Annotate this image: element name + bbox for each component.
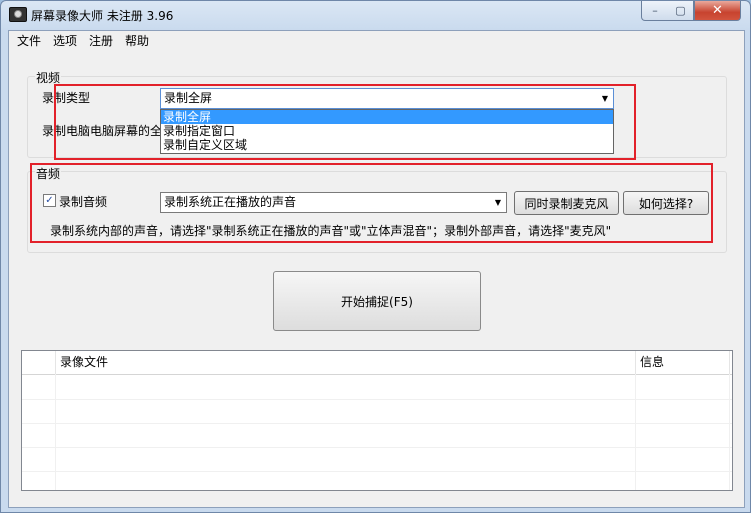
app-window: 屏幕录像大师 未注册 3.96 – ▢ ✕ 文件 选项 注册 帮助 视频 录制类… <box>0 0 751 513</box>
title-bar[interactable]: 屏幕录像大师 未注册 3.96 – ▢ ✕ <box>1 1 750 29</box>
file-list-header: 录像文件 信息 <box>22 351 732 375</box>
window-title: 屏幕录像大师 未注册 3.96 <box>31 9 174 23</box>
chevron-down-icon: ▼ <box>494 198 502 207</box>
list-row <box>22 423 732 448</box>
menu-options[interactable]: 选项 <box>47 31 83 51</box>
audio-hint-text: 录制系统内部的声音，请选择"录制系统正在播放的声音"或"立体声混音"；录制外部声… <box>50 224 612 238</box>
audio-source-value: 录制系统正在播放的声音 <box>164 195 297 209</box>
menu-register[interactable]: 注册 <box>83 31 119 51</box>
row-number-column-header[interactable] <box>22 351 56 374</box>
list-row <box>22 447 732 472</box>
recording-file-list[interactable]: 录像文件 信息 <box>21 350 733 491</box>
how-to-choose-button[interactable]: 如何选择? <box>623 191 709 215</box>
client-area: 文件 选项 注册 帮助 视频 录制类型 录制电脑电脑屏幕的全 录制全屏 ▼ 录制… <box>8 30 745 508</box>
menu-help[interactable]: 帮助 <box>119 31 155 51</box>
audio-source-select[interactable]: 录制系统正在播放的声音 ▼ <box>160 192 507 213</box>
start-capture-button[interactable]: 开始捕捉(F5) <box>273 271 481 331</box>
camera-icon <box>9 7 27 22</box>
video-highlight-box <box>54 84 636 160</box>
record-audio-checkbox[interactable]: ✓ <box>43 194 56 207</box>
minimize-button[interactable]: – <box>641 1 669 21</box>
list-row <box>22 399 732 424</box>
list-row <box>22 375 732 400</box>
menu-file[interactable]: 文件 <box>11 31 47 51</box>
close-button[interactable]: ✕ <box>694 1 741 21</box>
record-audio-label: 录制音频 <box>59 195 108 209</box>
info-column-header[interactable]: 信息 <box>636 351 730 374</box>
menu-bar: 文件 选项 注册 帮助 <box>9 31 744 51</box>
maximize-button[interactable]: ▢ <box>668 1 694 21</box>
record-mic-button[interactable]: 同时录制麦克风 <box>514 191 619 215</box>
recording-file-column-header[interactable]: 录像文件 <box>56 351 636 374</box>
